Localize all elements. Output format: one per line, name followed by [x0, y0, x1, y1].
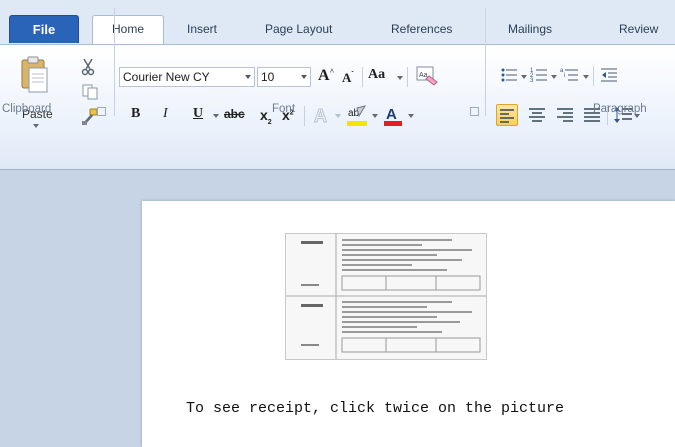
paste-button[interactable]	[20, 56, 50, 100]
chevron-down-icon[interactable]	[521, 75, 527, 79]
highlighter-icon: ab	[347, 105, 367, 126]
scissors-icon	[81, 58, 95, 76]
caret-down-icon: ˇ	[351, 70, 354, 78]
group-separator	[114, 8, 115, 116]
highlight-button[interactable]: ab	[345, 104, 369, 128]
align-left-icon	[500, 109, 514, 123]
change-case-button[interactable]: Aa	[368, 67, 385, 83]
text-effects-icon: A	[314, 106, 328, 126]
clipboard-group-label: Clipboard	[2, 103, 52, 115]
svg-text:A: A	[314, 106, 327, 125]
chevron-down-icon[interactable]	[213, 114, 219, 118]
tab-page-layout[interactable]: Page Layout	[265, 22, 332, 36]
subscript-glyph: x	[260, 107, 268, 123]
tab-references[interactable]: References	[391, 22, 452, 36]
numbered-list-icon: 1 2 3	[530, 68, 547, 84]
tab-mailings[interactable]: Mailings	[508, 22, 552, 36]
tab-home[interactable]: Home	[92, 15, 164, 45]
align-right-icon	[557, 108, 573, 122]
clipboard-dialog-launcher[interactable]	[97, 107, 106, 116]
receipt-picture[interactable]	[285, 233, 487, 360]
font-color-bar	[384, 121, 402, 126]
group-separator	[485, 8, 486, 116]
shrink-font-glyph: A	[342, 70, 352, 85]
multilevel-list-icon: a i	[560, 68, 578, 81]
multilevel-list-button[interactable]: a i	[560, 66, 580, 84]
strikethrough-button[interactable]: abc	[224, 107, 245, 121]
tab-review[interactable]: Review	[619, 22, 658, 36]
chevron-down-icon[interactable]	[301, 75, 307, 79]
font-color-icon: A	[384, 106, 402, 126]
font-size-combo[interactable]: 10	[257, 67, 311, 87]
divider	[407, 67, 408, 87]
divider	[362, 67, 363, 87]
text-effects-button[interactable]: A	[312, 105, 334, 126]
divider	[593, 66, 594, 86]
chevron-down-icon[interactable]	[408, 114, 414, 118]
paragraph-group-label: Paragraph	[593, 103, 647, 115]
shrink-font-button[interactable]: Aˇ	[342, 70, 354, 86]
font-color-glyph: A	[386, 106, 397, 123]
align-right-button[interactable]	[556, 106, 574, 124]
clear-formatting-icon: Aa	[416, 66, 438, 86]
chevron-down-icon[interactable]	[245, 75, 251, 79]
grow-font-glyph: A	[318, 67, 330, 84]
chevron-down-icon[interactable]	[551, 75, 557, 79]
divider	[304, 106, 305, 126]
chevron-down-icon[interactable]	[397, 76, 403, 80]
bold-button[interactable]: B	[131, 106, 140, 122]
clear-formatting-button[interactable]: Aa	[414, 65, 438, 87]
tab-file[interactable]: File	[9, 15, 79, 43]
copy-icon	[82, 84, 98, 100]
cut-button[interactable]	[80, 58, 96, 76]
underline-button[interactable]: U	[193, 106, 203, 122]
align-left-button[interactable]	[496, 104, 518, 126]
font-name-combo[interactable]: Courier New CY	[119, 67, 255, 87]
bullets-button[interactable]	[500, 66, 518, 84]
font-name-value: Courier New CY	[123, 70, 210, 84]
font-dialog-launcher[interactable]	[470, 107, 479, 116]
chevron-down-icon[interactable]	[335, 114, 341, 118]
copy-button[interactable]	[82, 84, 98, 100]
decrease-indent-button[interactable]	[600, 66, 618, 84]
receipt-scan-image	[286, 234, 486, 359]
numbering-button[interactable]: 1 2 3	[530, 66, 548, 84]
strikethrough-glyph: abc	[224, 107, 245, 121]
paste-dropdown-arrow[interactable]	[33, 124, 39, 128]
change-case-label: Aa	[368, 67, 386, 82]
document-caption-text[interactable]: To see receipt, click twice on the pictu…	[186, 400, 564, 417]
bold-glyph: B	[131, 106, 141, 121]
align-center-icon	[529, 108, 545, 122]
underline-glyph: U	[193, 106, 204, 121]
subscript-index-icon: 2	[267, 118, 272, 126]
chevron-down-icon[interactable]	[583, 75, 589, 79]
grow-font-button[interactable]: A^	[318, 67, 334, 85]
italic-button[interactable]: I	[163, 106, 168, 122]
svg-text:3: 3	[530, 78, 534, 84]
paste-icon	[21, 56, 48, 93]
chevron-down-icon[interactable]	[372, 114, 378, 118]
highlight-color-bar	[347, 121, 367, 126]
decrease-indent-icon	[601, 68, 617, 82]
font-color-button[interactable]: A	[382, 104, 404, 128]
font-size-value: 10	[261, 70, 275, 84]
italic-glyph: I	[163, 106, 168, 121]
align-center-button[interactable]	[528, 106, 546, 124]
subscript-button[interactable]: x2	[260, 107, 272, 126]
caret-up-icon: ^	[329, 67, 335, 76]
bullet-list-icon	[501, 68, 517, 82]
svg-text:i: i	[564, 73, 565, 79]
font-group-label: Font	[272, 103, 296, 115]
tab-insert[interactable]: Insert	[187, 22, 217, 36]
